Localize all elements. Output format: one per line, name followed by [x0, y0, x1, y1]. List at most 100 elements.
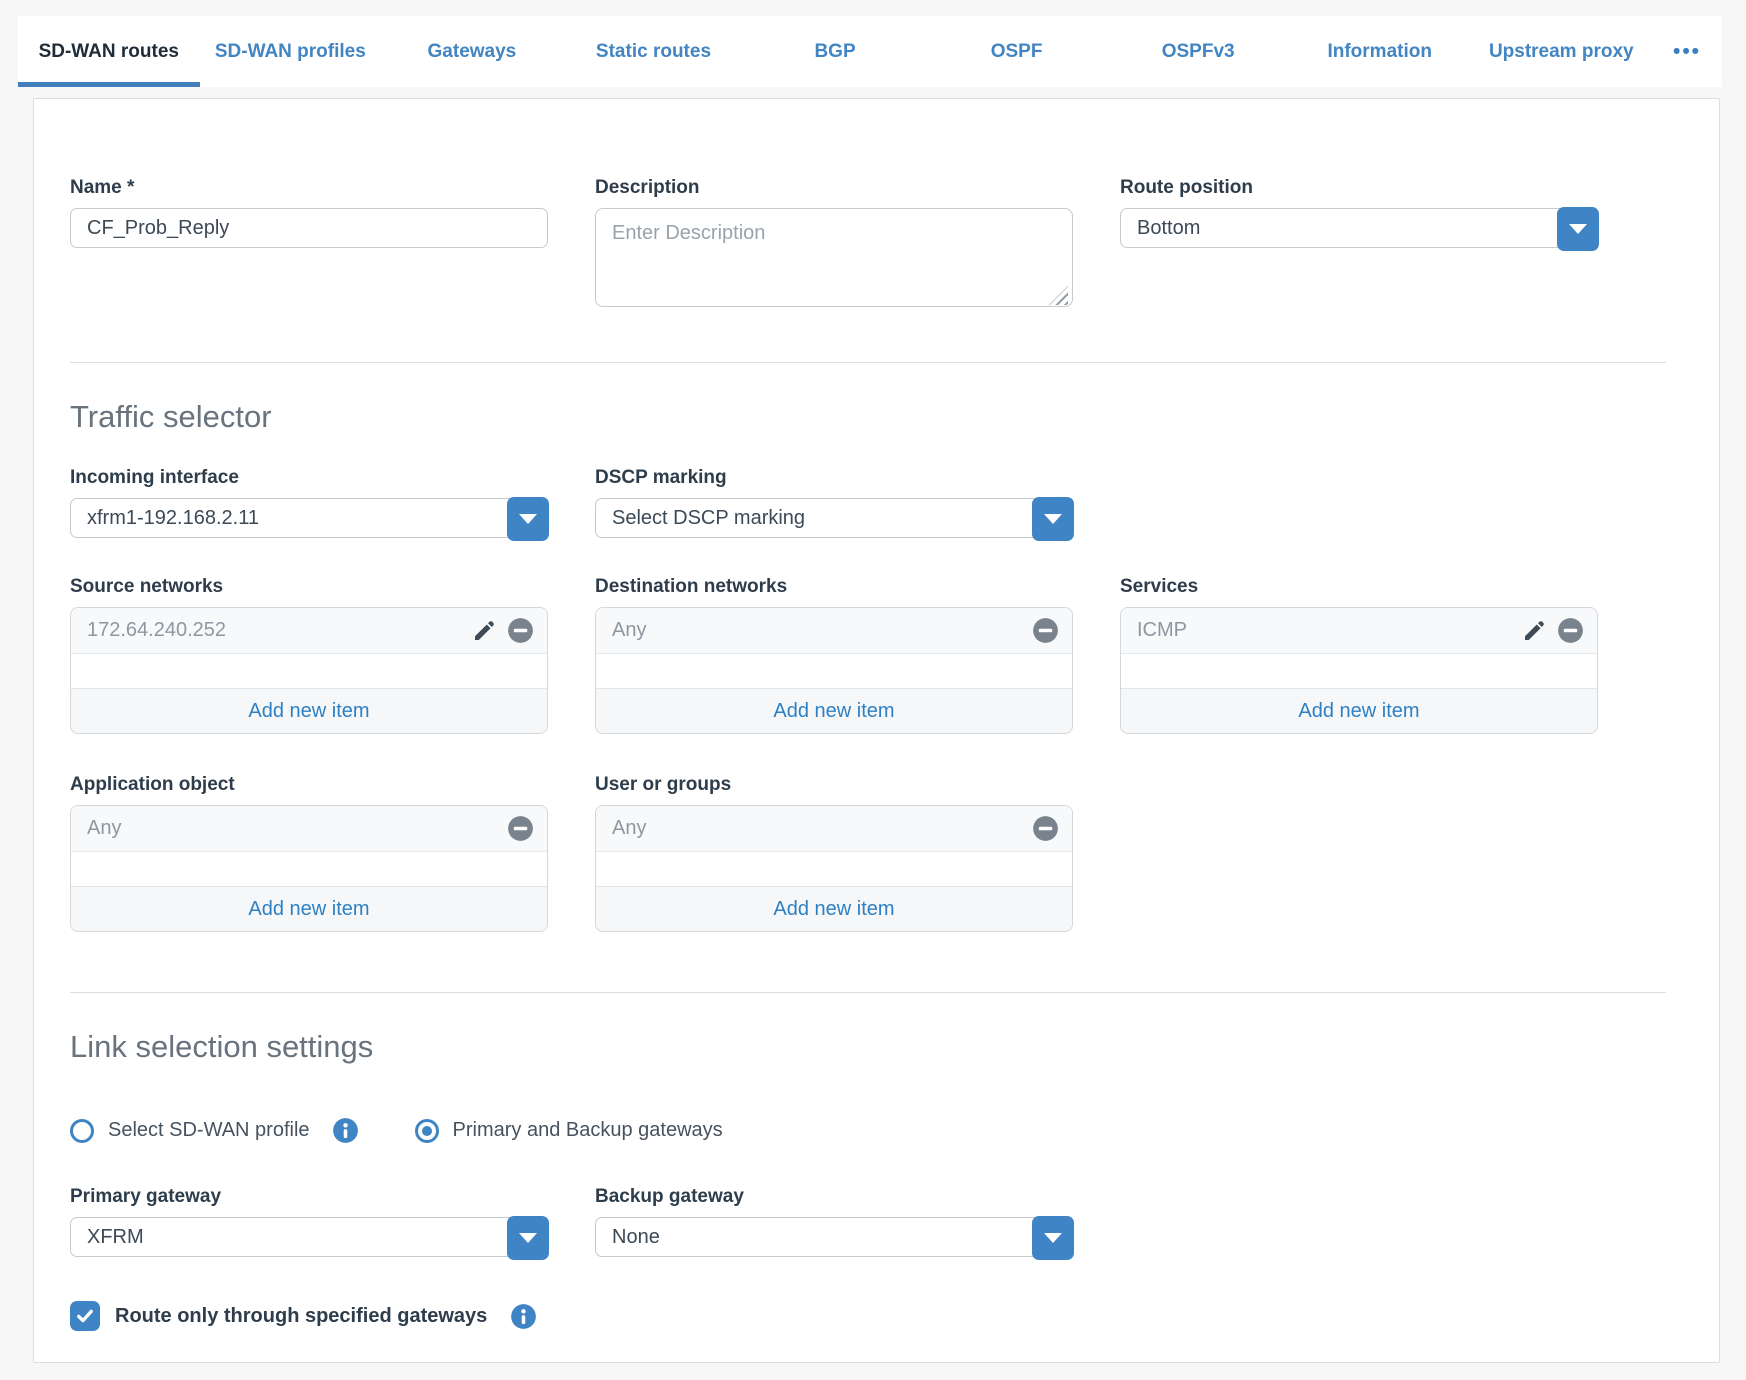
- route-position-dropdown-button[interactable]: [1557, 207, 1599, 251]
- route-only-label: Route only through specified gateways: [115, 1305, 487, 1328]
- backup-gateway-value: None: [612, 1226, 660, 1249]
- source-networks-label: Source networks: [70, 576, 548, 598]
- route-position-value: Bottom: [1137, 217, 1200, 240]
- radio-primary-backup-gateways[interactable]: Primary and Backup gateways: [415, 1119, 723, 1143]
- remove-minus-icon[interactable]: [1032, 617, 1059, 644]
- user-or-groups-label: User or groups: [595, 774, 1073, 796]
- dscp-marking-select[interactable]: Select DSCP marking: [595, 498, 1073, 538]
- destination-networks-field-group: Destination networks Any Add new item: [595, 576, 1073, 734]
- incoming-interface-dropdown-button[interactable]: [507, 497, 549, 541]
- backup-gateway-select[interactable]: None: [595, 1217, 1073, 1257]
- name-input[interactable]: [70, 208, 548, 248]
- tab-label: OSPF: [991, 41, 1043, 63]
- radio-unselected-icon[interactable]: [70, 1119, 94, 1143]
- panel-content: Name * Description Route position Bottom: [70, 177, 1666, 1331]
- destination-networks-add-button[interactable]: Add new item: [596, 688, 1072, 733]
- list-spacer: [596, 654, 1072, 688]
- interface-dscp-row: Incoming interface xfrm1-192.168.2.11 DS…: [70, 467, 1598, 538]
- chevron-down-icon: [519, 1233, 537, 1243]
- services-label: Services: [1120, 576, 1598, 598]
- list-item: 172.64.240.252: [71, 608, 547, 654]
- radio-select-sdwan-profile[interactable]: Select SD-WAN profile: [70, 1117, 359, 1144]
- incoming-interface-select[interactable]: xfrm1-192.168.2.11: [70, 498, 548, 538]
- route-edit-panel: Name * Description Route position Bottom: [33, 98, 1720, 1363]
- tab-ospfv3[interactable]: OSPFv3: [1107, 16, 1289, 87]
- link-selection-heading: Link selection settings: [70, 1029, 1666, 1065]
- application-object-listbox: Any Add new item: [70, 805, 548, 932]
- tab-sd-wan-profiles[interactable]: SD-WAN profiles: [200, 16, 382, 87]
- remove-minus-icon[interactable]: [507, 815, 534, 842]
- backup-gateway-label: Backup gateway: [595, 1186, 1073, 1208]
- user-or-groups-add-button[interactable]: Add new item: [596, 886, 1072, 931]
- application-object-field-group: Application object Any Add new item: [70, 774, 548, 932]
- list-spacer: [596, 852, 1072, 886]
- tab-label: OSPFv3: [1162, 41, 1235, 63]
- section-divider: [70, 992, 1666, 993]
- primary-gateway-field-group: Primary gateway XFRM: [70, 1186, 548, 1257]
- primary-gateway-select[interactable]: XFRM: [70, 1217, 548, 1257]
- tab-label: Gateways: [428, 41, 517, 63]
- tab-information[interactable]: Information: [1289, 16, 1471, 87]
- chevron-down-icon: [1044, 514, 1062, 524]
- general-fields-row: Name * Description Route position Bottom: [70, 177, 1598, 312]
- user-or-groups-listbox: Any Add new item: [595, 805, 1073, 932]
- tab-sd-wan-routes[interactable]: SD-WAN routes: [18, 16, 200, 87]
- edit-pencil-icon[interactable]: [1522, 619, 1546, 643]
- name-label: Name *: [70, 177, 548, 199]
- list-item-label: ICMP: [1137, 619, 1187, 642]
- list-item: ICMP: [1121, 608, 1597, 654]
- tabs-container: SD-WAN routes SD-WAN profiles Gateways Stat…: [18, 16, 1652, 87]
- incoming-interface-value: xfrm1-192.168.2.11: [87, 507, 259, 530]
- more-tabs-button[interactable]: •••: [1652, 16, 1722, 87]
- tab-label: Upstream proxy: [1489, 41, 1634, 63]
- application-users-row: Application object Any Add new item: [70, 774, 1598, 932]
- tab-label: SD-WAN profiles: [215, 41, 366, 63]
- list-item-label: Any: [87, 817, 121, 840]
- tab-static-routes[interactable]: Static routes: [563, 16, 745, 87]
- dscp-marking-dropdown-button[interactable]: [1032, 497, 1074, 541]
- description-textarea[interactable]: [595, 208, 1073, 307]
- remove-minus-icon[interactable]: [507, 617, 534, 644]
- application-object-add-button[interactable]: Add new item: [71, 886, 547, 931]
- source-networks-add-button[interactable]: Add new item: [71, 688, 547, 733]
- chevron-down-icon: [1569, 224, 1587, 234]
- route-only-row: Route only through specified gateways: [70, 1301, 1666, 1331]
- list-spacer: [71, 852, 547, 886]
- page-root: { "tabs": { "items": [ {"label": "SD-WAN…: [0, 0, 1746, 1380]
- networks-row: Source networks 172.64.240.252: [70, 576, 1598, 734]
- tab-label: Static routes: [596, 41, 711, 63]
- dscp-marking-label: DSCP marking: [595, 467, 1073, 489]
- radio-label: Primary and Backup gateways: [453, 1119, 723, 1142]
- info-icon[interactable]: [332, 1117, 359, 1144]
- info-icon[interactable]: [510, 1303, 537, 1330]
- list-item: Any: [596, 608, 1072, 654]
- services-add-button[interactable]: Add new item: [1121, 688, 1597, 733]
- services-field-group: Services ICMP Ad: [1120, 576, 1598, 734]
- tab-label: SD-WAN routes: [39, 41, 179, 63]
- route-position-select[interactable]: Bottom: [1120, 208, 1598, 248]
- list-item-label: 172.64.240.252: [87, 619, 226, 642]
- list-spacer: [1121, 654, 1597, 688]
- source-networks-field-group: Source networks 172.64.240.252: [70, 576, 548, 734]
- edit-pencil-icon[interactable]: [472, 619, 496, 643]
- tab-upstream-proxy[interactable]: Upstream proxy: [1471, 16, 1653, 87]
- primary-gateway-dropdown-button[interactable]: [507, 1216, 549, 1260]
- link-mode-radio-row: Select SD-WAN profile Primary and Backup…: [70, 1117, 1666, 1144]
- dscp-marking-value: Select DSCP marking: [612, 507, 805, 530]
- application-object-label: Application object: [70, 774, 548, 796]
- remove-minus-icon[interactable]: [1032, 815, 1059, 842]
- checkbox-checked-icon[interactable]: [70, 1301, 100, 1331]
- destination-networks-label: Destination networks: [595, 576, 1073, 598]
- tab-ospf[interactable]: OSPF: [926, 16, 1108, 87]
- tab-bar: SD-WAN routes SD-WAN profiles Gateways Stat…: [18, 16, 1722, 87]
- tab-gateways[interactable]: Gateways: [381, 16, 563, 87]
- user-or-groups-field-group: User or groups Any Add new item: [595, 774, 1073, 932]
- remove-minus-icon[interactable]: [1557, 617, 1584, 644]
- list-item-label: Any: [612, 817, 646, 840]
- backup-gateway-dropdown-button[interactable]: [1032, 1216, 1074, 1260]
- list-spacer: [71, 654, 547, 688]
- route-position-field-group: Route position Bottom: [1120, 177, 1598, 312]
- radio-selected-icon[interactable]: [415, 1119, 439, 1143]
- list-item-label: Any: [612, 619, 646, 642]
- tab-bgp[interactable]: BGP: [744, 16, 926, 87]
